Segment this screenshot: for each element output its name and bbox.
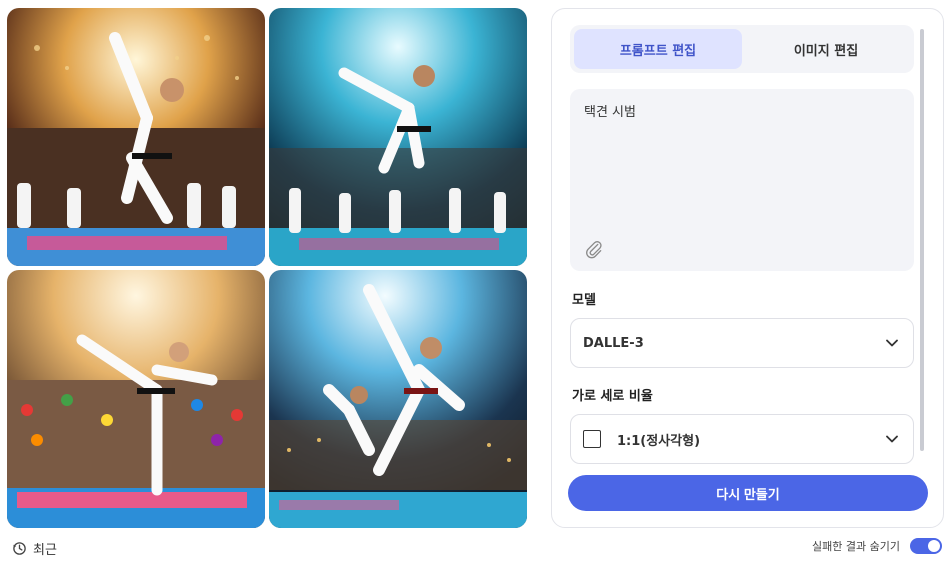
model-select[interactable]: DALLE-3 — [570, 318, 914, 368]
hide-failed-toggle[interactable] — [909, 538, 942, 554]
prompt-text: 택견 시범 — [584, 105, 636, 120]
recent-link[interactable]: 최근 — [12, 539, 57, 558]
result-image-2[interactable] — [269, 8, 527, 266]
recent-label: 최근 — [33, 543, 57, 558]
result-image-1[interactable] — [7, 8, 265, 266]
image-2-art — [269, 8, 527, 266]
edit-panel: 프롬프트 편집 이미지 편집 택견 시범 모델 DALLE-3 가로 세로 비율… — [551, 8, 944, 528]
aspect-ratio-select[interactable]: 1:1(정사각형) — [570, 414, 914, 464]
chevron-down-icon — [886, 339, 898, 347]
aspect-ratio-value: 1:1(정사각형) — [617, 433, 701, 449]
panel-scrollbar[interactable] — [920, 29, 924, 451]
tab-prompt-edit[interactable]: 프롬프트 편집 — [574, 29, 742, 69]
regenerate-button[interactable]: 다시 만들기 — [568, 475, 928, 511]
toggle-knob — [927, 540, 940, 552]
hide-failed-toggle-row: 실패한 결과 숨기기 — [812, 538, 942, 554]
history-icon — [13, 542, 26, 555]
chevron-down-icon — [886, 435, 898, 443]
edit-tabs: 프롬프트 편집 이미지 편집 — [570, 25, 914, 73]
image-grid — [7, 8, 527, 528]
app: 최근 프롬프트 편집 이미지 편집 택견 시범 모델 DALLE-3 가로 세로… — [0, 0, 949, 562]
hide-failed-label: 실패한 결과 숨기기 — [812, 540, 900, 553]
model-value: DALLE-3 — [583, 335, 644, 351]
paperclip-icon[interactable] — [584, 239, 604, 259]
result-image-3[interactable] — [7, 270, 265, 528]
image-3-art — [7, 270, 265, 528]
tab-image-edit[interactable]: 이미지 편집 — [742, 29, 910, 69]
result-image-4[interactable] — [269, 270, 527, 528]
image-1-art — [7, 8, 265, 266]
prompt-input[interactable]: 택견 시범 — [570, 89, 914, 271]
model-label: 모델 — [572, 293, 596, 308]
image-4-art — [269, 270, 527, 528]
square-ratio-icon — [583, 430, 601, 448]
aspect-ratio-label: 가로 세로 비율 — [572, 389, 653, 404]
